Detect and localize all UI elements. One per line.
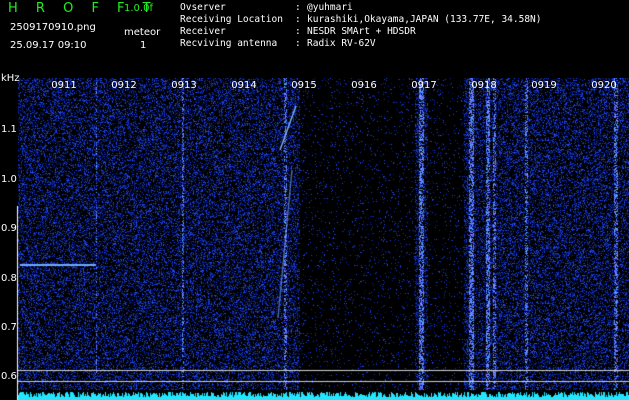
frequency-tick-label: 1.1 [1, 124, 17, 135]
time-tick-label: 0915 [291, 80, 317, 91]
frequency-tick-label: 0.9 [1, 223, 17, 234]
info-row-antenna: Recviving antenna : Radix RV-62V [180, 38, 542, 50]
info-key: Receiving Location [180, 14, 283, 25]
time-tick-label: 0914 [231, 80, 257, 91]
time-tick-label: 0912 [111, 80, 137, 91]
meteor-count: 1 [140, 40, 147, 51]
frequency-tick-label: 0.6 [1, 371, 17, 382]
spectrogram-canvas [0, 78, 629, 400]
frequency-tick-label: 0.7 [1, 322, 17, 333]
station-info: Ovserver : @yuhmari Receiving Location :… [180, 2, 542, 50]
frequency-unit-label: kHz [1, 73, 20, 84]
info-row-receiver: Receiver : NESDR SMArt + HDSDR [180, 26, 542, 38]
info-separator: : [295, 26, 301, 37]
info-separator: : [295, 38, 301, 49]
info-key: Recviving antenna [180, 38, 278, 49]
info-row-observer: Ovserver : @yuhmari [180, 2, 542, 14]
time-tick-label: 0919 [531, 80, 557, 91]
info-key: Ovserver [180, 2, 226, 13]
time-tick-label: 0916 [351, 80, 377, 91]
hrofft-window: H R O F F T 1.0.0f 2509170910.png meteor… [0, 0, 629, 400]
time-tick-label: 0920 [591, 80, 617, 91]
info-separator: : [295, 2, 301, 13]
app-version: 1.0.0f [124, 3, 153, 14]
time-tick-label: 0917 [411, 80, 437, 91]
header-panel: H R O F F T 1.0.0f 2509170910.png meteor… [0, 0, 629, 75]
frequency-tick-label: 0.8 [1, 273, 17, 284]
time-tick-label: 0911 [51, 80, 77, 91]
time-tick-label: 0913 [171, 80, 197, 91]
info-value: kurashiki,Okayama,JAPAN (133.77E, 34.58N… [307, 14, 542, 25]
timestamp: 25.09.17 09:10 [10, 40, 87, 51]
info-key: Receiver [180, 26, 226, 37]
info-value: Radix RV-62V [307, 38, 376, 49]
frequency-tick-label: 1.0 [1, 174, 17, 185]
meteor-label: meteor [124, 27, 161, 38]
info-row-location: Receiving Location : kurashiki,Okayama,J… [180, 14, 542, 26]
time-tick-label: 0918 [471, 80, 497, 91]
info-value: NESDR SMArt + HDSDR [307, 26, 416, 37]
info-value: @yuhmari [307, 2, 353, 13]
info-separator: : [295, 14, 301, 25]
file-name: 2509170910.png [10, 22, 96, 33]
